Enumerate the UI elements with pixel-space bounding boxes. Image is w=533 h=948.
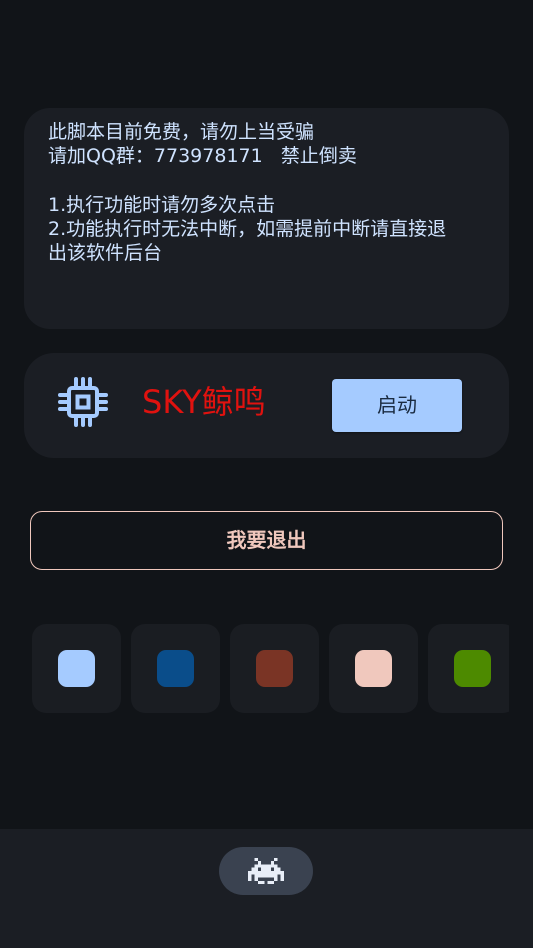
notice-card: 此脚本目前免费，请勿上当受骗 请加QQ群：773978171 禁止倒卖 1.执行… [24, 108, 509, 329]
notice-line-qq-group: 请加QQ群：773978171 禁止倒卖 [48, 145, 357, 168]
swatch-color [256, 650, 293, 687]
app-title: SKY鲸鸣 [142, 383, 266, 421]
exit-button[interactable]: 我要退出 [30, 511, 503, 570]
swatch-tile-peach[interactable] [329, 624, 418, 713]
swatch-color [58, 650, 95, 687]
notice-line: 此脚本目前免费，请勿上当受骗 [48, 121, 315, 143]
start-button[interactable]: 启动 [332, 379, 462, 432]
swatch-tile-light-blue[interactable] [32, 624, 121, 713]
notice-line: 2.功能执行时无法中断，如需提前中断请直接退 [48, 218, 447, 241]
theme-swatch-row [32, 624, 509, 713]
notice-line: 1.执行功能时请勿多次点击 [48, 193, 276, 216]
swatch-color [355, 650, 392, 687]
notice-line: 出该软件后台 [48, 242, 163, 265]
swatch-tile-dark-blue[interactable] [131, 624, 220, 713]
cpu-chip-icon [58, 377, 108, 427]
swatch-color [454, 650, 491, 687]
notice-line-blank [48, 169, 485, 193]
swatch-tile-brown[interactable] [230, 624, 319, 713]
swatch-color [157, 650, 194, 687]
swatch-tile-green[interactable] [428, 624, 509, 713]
space-invader-icon [248, 857, 284, 885]
